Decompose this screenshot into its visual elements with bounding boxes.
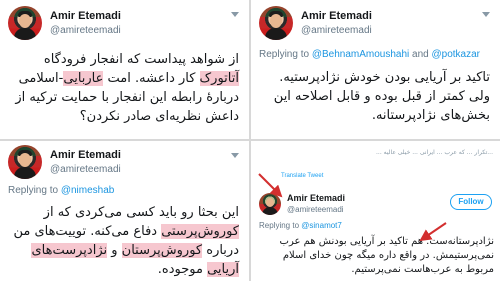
tweet-text: از شواهد پیداست که انفجار فرودگاه آتاتور… [11, 50, 239, 126]
chevron-down-icon[interactable] [231, 12, 239, 17]
chevron-down-icon[interactable] [231, 153, 239, 158]
reply-prefix: Replying to [259, 49, 310, 60]
mention-link[interactable]: @BehnamAmoushahi [312, 49, 409, 60]
author-name[interactable]: Amir Etemadi [50, 10, 121, 22]
reply-and: and [412, 49, 429, 60]
tweet-card-bottom-right: ...تکرار ... که عرب ... ایرانی ... خیلی … [251, 141, 500, 281]
tweet-text-highlight: کوروش‌پرستی [161, 224, 239, 239]
tweet-card-top-left: Amir Etemadi @amireteemadi از شواهد پیدا… [0, 0, 249, 139]
tweet-text-highlight: کوروش‌پرستان [121, 243, 203, 258]
author-handle[interactable]: @amireteemadi [50, 164, 121, 175]
author-name[interactable]: Amir Etemadi [301, 10, 372, 22]
tweet-text-highlight: عاربایی [63, 71, 104, 86]
avatar[interactable] [259, 6, 293, 40]
tweet-text-part: موجوده. [157, 262, 208, 277]
annotation-arrows [258, 173, 447, 242]
tweet-text-highlight: آتاتورک [199, 71, 239, 86]
tweet-text-part: کار داعشه. امت [103, 71, 200, 86]
author-handle[interactable]: @amireteemadi [50, 25, 121, 36]
tweet-text: تاکید بر آریایی بودن خودش نژادپرستیه. ول… [273, 70, 490, 123]
mention-link[interactable]: @nimeshab [61, 185, 115, 196]
author-handle[interactable]: @amireteemadi [301, 25, 372, 36]
reply-context: Replying to @nimeshab [8, 185, 114, 196]
author-name[interactable]: Amir Etemadi [50, 149, 121, 161]
tweet-text-part: و [107, 243, 122, 258]
tweet-card-bottom-left: Amir Etemadi @amireteemadi Replying to @… [0, 141, 249, 281]
tweet-text-part: این بحثا رو باید کسی می‌کردی که از [43, 205, 239, 220]
reply-context: Replying to @BehnamAmoushahi and @potkaz… [259, 49, 480, 60]
tweet-card-top-right: Amir Etemadi @amireteemadi Replying to @… [251, 0, 500, 139]
avatar[interactable] [8, 6, 42, 40]
tweet-text-part: از شواهد پیداست که انفجار فرودگاه [43, 52, 239, 67]
reply-prefix: Replying to [8, 185, 59, 196]
tweet-text: این بحثا رو باید کسی می‌کردی که از کوروش… [11, 203, 239, 279]
screenshot-collage: Amir Etemadi @amireteemadi از شواهد پیدا… [0, 0, 500, 281]
arrow-to-name [258, 173, 283, 198]
arrow-to-text [419, 222, 447, 242]
divider-horizontal [0, 139, 500, 141]
avatar[interactable] [8, 145, 42, 179]
mention-link[interactable]: @potkazar [432, 49, 481, 60]
chevron-down-icon[interactable] [482, 12, 490, 17]
